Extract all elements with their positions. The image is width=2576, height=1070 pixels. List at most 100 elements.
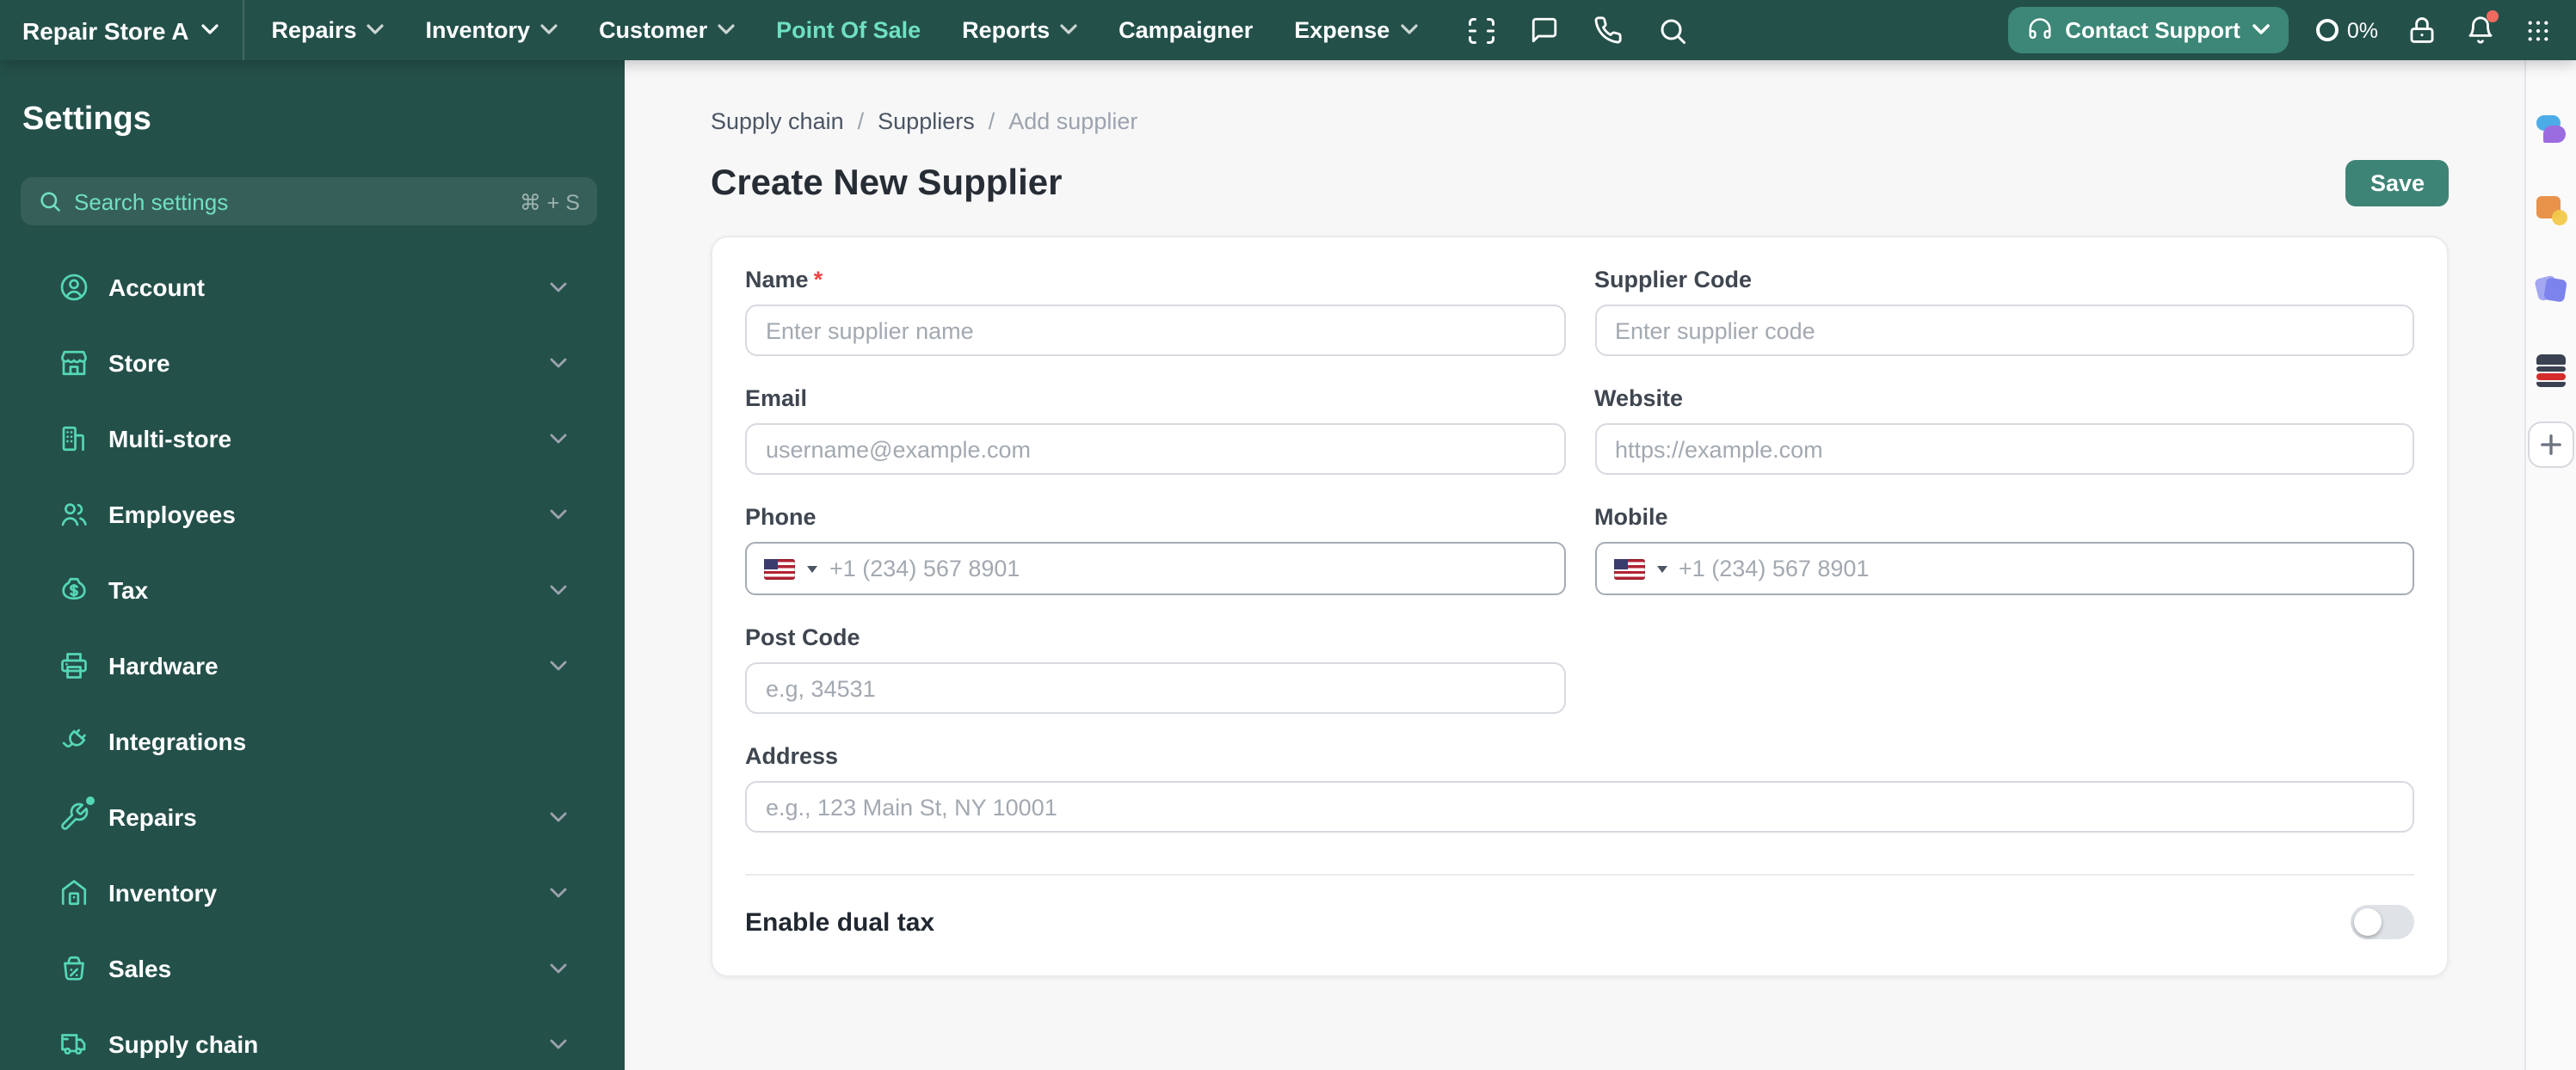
save-button[interactable]: Save <box>2345 160 2449 206</box>
repairs-notification-dot <box>86 796 95 805</box>
settings-search-input[interactable] <box>74 188 508 214</box>
address-input[interactable] <box>745 781 2414 833</box>
sidebar-item-sales[interactable]: Sales <box>0 931 625 1006</box>
apps-grid-icon[interactable] <box>2523 15 2554 46</box>
chevron-down-icon <box>367 24 385 36</box>
chevron-down-icon <box>718 24 735 36</box>
breadcrumb: Supply chain / Suppliers / Add supplier <box>711 108 2449 134</box>
chevron-down-icon <box>549 887 567 899</box>
field-post-code: Post Code <box>745 624 1565 714</box>
nav-customer[interactable]: Customer <box>599 17 735 43</box>
chevron-down-icon <box>200 24 219 36</box>
money-bag-icon <box>59 575 89 606</box>
website-label: Website <box>1594 385 1684 411</box>
breadcrumb-supply-chain[interactable]: Supply chain <box>711 108 844 134</box>
stack-app-icon[interactable] <box>2532 351 2570 389</box>
country-dropdown-caret[interactable] <box>1656 565 1667 572</box>
chevron-down-icon <box>549 357 567 369</box>
breadcrumb-suppliers[interactable]: Suppliers <box>878 108 975 134</box>
page-title: Create New Supplier <box>711 163 1063 202</box>
chevron-down-icon <box>1060 24 1077 36</box>
app-window: Repair Store A Repairs Inventory Custome… <box>0 0 2576 1070</box>
message-icon[interactable] <box>1529 15 1560 46</box>
nav-repairs[interactable]: Repairs <box>271 17 385 43</box>
users-icon <box>59 499 89 530</box>
call-icon[interactable] <box>1593 15 1624 46</box>
nav-reports-label: Reports <box>962 17 1051 43</box>
supplier-code-label: Supplier Code <box>1594 267 1753 292</box>
wrench-icon <box>59 796 95 833</box>
app-shortcut-rail <box>2524 60 2576 1070</box>
media-app-icon[interactable] <box>2532 193 2570 231</box>
us-flag-icon[interactable] <box>1613 558 1644 579</box>
email-label: Email <box>745 385 808 411</box>
sidebar-item-supply-chain[interactable]: Supply chain <box>0 1006 625 1070</box>
nav-point-of-sale[interactable]: Point Of Sale <box>776 17 921 43</box>
truck-icon <box>59 1029 89 1060</box>
supplier-code-input[interactable] <box>1594 304 2414 356</box>
address-label: Address <box>745 743 839 769</box>
storefront-icon <box>59 347 89 378</box>
us-flag-icon[interactable] <box>764 558 795 579</box>
sidebar-item-hardware[interactable]: Hardware <box>0 628 625 704</box>
usage-progress[interactable]: 0% <box>2315 18 2378 42</box>
sidebar-item-repairs[interactable]: Repairs <box>0 779 625 855</box>
chevron-down-icon <box>549 281 567 293</box>
field-address: Address <box>745 743 2414 833</box>
contact-support-label: Contact Support <box>2065 17 2240 43</box>
nav-campaigner[interactable]: Campaigner <box>1119 17 1253 43</box>
printer-icon <box>59 650 89 681</box>
lock-icon[interactable] <box>2406 15 2437 46</box>
required-asterisk: * <box>813 267 823 292</box>
field-phone: Phone <box>745 504 1565 595</box>
chevron-down-icon <box>549 584 567 596</box>
navbar-icon-group <box>1465 15 1687 46</box>
sidebar-item-employees[interactable]: Employees <box>0 477 625 552</box>
field-mobile: Mobile <box>1594 504 2414 595</box>
email-input[interactable] <box>745 423 1565 475</box>
user-circle-icon <box>59 272 89 303</box>
nav-expense[interactable]: Expense <box>1294 17 1417 43</box>
chevron-down-icon <box>549 1038 567 1050</box>
home-box-icon <box>59 877 89 908</box>
progress-ring-icon <box>2315 19 2339 41</box>
dual-tax-label: Enable dual tax <box>745 907 935 937</box>
sidebar-item-store[interactable]: Store <box>0 325 625 401</box>
breadcrumb-separator: / <box>857 108 865 134</box>
settings-sidebar: Settings ⌘ + S Account <box>0 60 625 1070</box>
nav-point-of-sale-label: Point Of Sale <box>776 17 921 43</box>
sidebar-item-multi-store[interactable]: Multi-store <box>0 401 625 477</box>
main-content: Supply chain / Suppliers / Add supplier … <box>625 60 2524 1070</box>
chevron-down-icon <box>2252 24 2270 36</box>
nav-inventory-label: Inventory <box>425 17 531 43</box>
navbar-right-group: Contact Support 0% <box>2008 7 2554 53</box>
dual-tax-toggle[interactable] <box>2351 905 2414 939</box>
website-input[interactable] <box>1594 423 2414 475</box>
supplier-form-card: Name* Supplier Code Email Website <box>711 236 2449 977</box>
cards-app-icon[interactable] <box>2532 272 2570 310</box>
country-dropdown-caret[interactable] <box>807 565 817 572</box>
chat-bubbles-app-icon[interactable] <box>2532 114 2570 151</box>
post-code-input[interactable] <box>745 662 1565 714</box>
toggle-knob <box>2354 908 2382 936</box>
name-input[interactable] <box>745 304 1565 356</box>
sidebar-item-integrations[interactable]: Integrations <box>0 704 625 779</box>
mobile-input[interactable] <box>1679 556 2395 581</box>
settings-search[interactable]: ⌘ + S <box>21 177 597 225</box>
store-switcher[interactable]: Repair Store A <box>22 0 244 60</box>
scan-icon[interactable] <box>1465 15 1496 46</box>
search-icon[interactable] <box>1656 15 1687 46</box>
nav-reports[interactable]: Reports <box>962 17 1077 43</box>
sidebar-item-account[interactable]: Account <box>0 249 625 325</box>
sidebar-item-tax[interactable]: Tax <box>0 552 625 628</box>
chevron-down-icon <box>549 508 567 520</box>
nav-inventory[interactable]: Inventory <box>426 17 558 43</box>
sidebar-item-inventory[interactable]: Inventory <box>0 855 625 931</box>
phone-label: Phone <box>745 504 817 530</box>
contact-support-button[interactable]: Contact Support <box>2008 7 2289 53</box>
add-widget-button[interactable] <box>2528 421 2574 468</box>
phone-input[interactable] <box>829 556 1546 581</box>
chevron-down-icon <box>549 433 567 445</box>
notifications-bell-icon[interactable] <box>2464 9 2499 46</box>
nav-expense-label: Expense <box>1294 17 1390 43</box>
